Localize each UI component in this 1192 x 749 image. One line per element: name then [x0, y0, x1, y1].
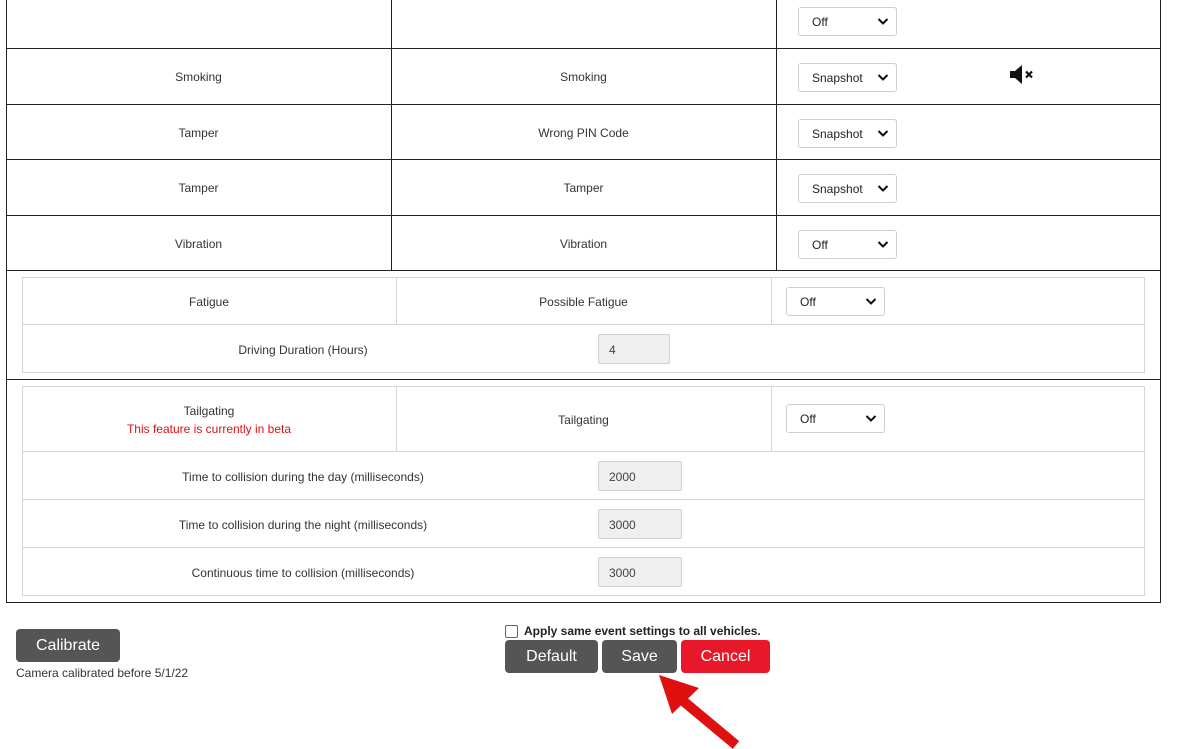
event-name-cell: Tamper	[563, 181, 604, 195]
select-value: Snapshot	[812, 71, 863, 85]
select-value: Off	[800, 412, 816, 426]
driving-duration-input[interactable]: 4	[598, 334, 670, 364]
event-action-select[interactable]: Off	[798, 230, 897, 259]
day-collision-input[interactable]: 2000	[598, 461, 682, 491]
speaker-muted-icon[interactable]	[1009, 64, 1037, 85]
event-type-cell: Tamper	[178, 181, 219, 195]
event-name-cell: Vibration	[559, 237, 608, 251]
night-collision-input[interactable]: 3000	[598, 509, 682, 539]
beta-notice: This feature is currently in beta	[126, 422, 292, 436]
select-value: Off	[812, 238, 828, 252]
continuous-collision-input[interactable]: 3000	[598, 557, 682, 587]
tailgating-action-select[interactable]: Off	[786, 404, 885, 433]
driving-duration-label: Driving Duration (Hours)	[238, 343, 368, 357]
select-value: Snapshot	[812, 127, 863, 141]
continuous-collision-label: Continuous time to collision (millisecon…	[191, 566, 415, 580]
select-value: Snapshot	[812, 182, 863, 196]
fatigue-event-type: Fatigue	[188, 295, 230, 309]
night-collision-label: Time to collision during the night (mill…	[178, 518, 428, 532]
chevron-down-icon	[877, 241, 889, 248]
tailgating-event-type: Tailgating	[183, 404, 235, 418]
default-button[interactable]: Default	[505, 640, 598, 673]
fatigue-action-select[interactable]: Off	[786, 287, 885, 316]
fatigue-event-name: Possible Fatigue	[539, 295, 628, 309]
chevron-down-icon	[877, 18, 889, 25]
select-value: Off	[812, 15, 828, 29]
calibration-status: Camera calibrated before 5/1/22	[16, 666, 189, 680]
event-name-cell: Smoking	[560, 70, 607, 84]
apply-all-checkbox[interactable]	[505, 625, 518, 638]
chevron-down-icon	[877, 130, 889, 137]
tailgating-event-name: Tailgating	[558, 413, 609, 427]
calibrate-button[interactable]: Calibrate	[16, 629, 120, 662]
red-arrow-annotation	[659, 675, 740, 749]
event-action-select[interactable]: Snapshot	[798, 119, 897, 148]
chevron-down-icon	[865, 415, 877, 422]
event-type-cell: Tamper	[178, 126, 219, 140]
apply-all-label[interactable]: Apply same event settings to all vehicle…	[524, 624, 761, 638]
select-value: Off	[800, 295, 816, 309]
chevron-down-icon	[877, 74, 889, 81]
chevron-down-icon	[865, 298, 877, 305]
event-type-cell: Vibration	[174, 237, 223, 251]
event-name-cell: Wrong PIN Code	[538, 126, 629, 140]
event-action-select[interactable]: Off	[798, 7, 897, 36]
event-action-select[interactable]: Snapshot	[798, 174, 897, 203]
chevron-down-icon	[877, 185, 889, 192]
day-collision-label: Time to collision during the day (millis…	[182, 470, 424, 484]
event-action-select[interactable]: Snapshot	[798, 63, 897, 92]
event-type-cell: Smoking	[175, 70, 222, 84]
